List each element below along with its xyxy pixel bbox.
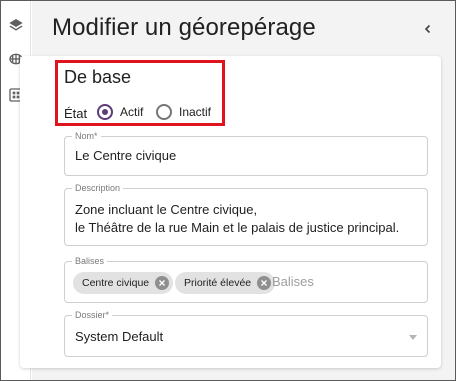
tags-field-label: Balises	[72, 256, 108, 267]
description-field-label: Description	[72, 183, 124, 194]
description-field[interactable]: Description Zone incluant le Centre civi…	[64, 183, 428, 246]
folder-select-label: Dossier*	[72, 310, 113, 321]
dropdown-caret-icon[interactable]	[409, 335, 417, 340]
folder-select-value[interactable]: System Default	[75, 328, 163, 346]
tag-chip-label: Priorité élevée	[184, 277, 252, 289]
remove-tag-icon[interactable]	[257, 276, 272, 290]
layers-icon[interactable]	[4, 13, 28, 37]
page-title: Modifier un géorepérage	[52, 14, 316, 41]
description-line-2[interactable]: le Théâtre de la rue Main et le palais d…	[75, 219, 399, 237]
tag-chip[interactable]: Priorité élevée	[175, 272, 276, 294]
description-line-1[interactable]: Zone incluant le Centre civique,	[75, 201, 257, 219]
tags-field[interactable]: Balises Centre civique Priorité élevée B…	[64, 256, 428, 303]
tags-input-placeholder[interactable]: Balises	[272, 274, 314, 289]
tag-chip-label: Centre civique	[82, 277, 150, 289]
tag-chip[interactable]: Centre civique	[73, 272, 174, 294]
name-field-label: Nom*	[72, 131, 101, 142]
name-field-value[interactable]: Le Centre civique	[75, 147, 176, 165]
folder-select[interactable]: Dossier* System Default	[64, 310, 428, 357]
name-field[interactable]: Nom* Le Centre civique	[64, 131, 428, 176]
highlight-box	[55, 60, 225, 126]
chevron-left-icon[interactable]	[419, 20, 437, 38]
remove-tag-icon[interactable]	[155, 276, 170, 290]
